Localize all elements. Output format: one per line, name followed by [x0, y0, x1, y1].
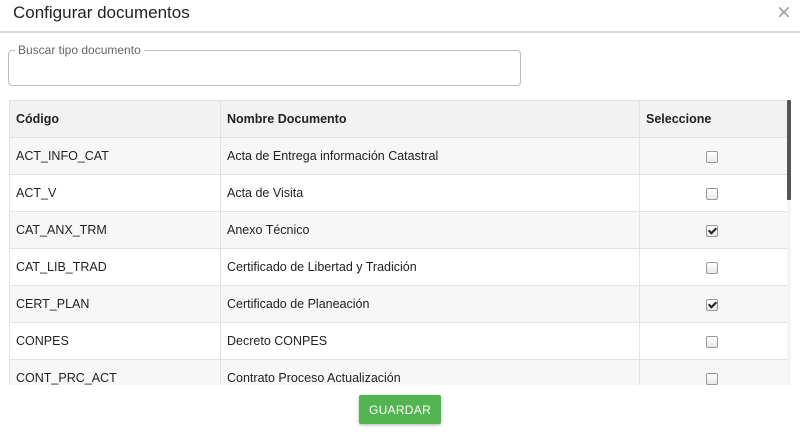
dialog-header: Configurar documentos × [0, 0, 800, 33]
cell-nombre: Anexo Técnico [220, 211, 640, 249]
table-row: CAT_LIB_TRAD Certificado de Libertad y Tr… [9, 248, 787, 286]
cell-codigo: CERT_PLAN [9, 285, 221, 323]
table-row: CERT_PLAN Certificado de Planeación [9, 285, 787, 323]
cell-seleccione [639, 211, 787, 249]
cell-nombre: Contrato Proceso Actualización [220, 359, 640, 385]
select-checkbox[interactable] [705, 224, 718, 237]
column-header-seleccione: Seleccione [639, 100, 787, 138]
cell-codigo: CONPES [9, 322, 221, 360]
configure-documents-dialog: Configurar documentos × Buscar tipo docu… [0, 0, 800, 435]
cell-codigo: ACT_INFO_CAT [9, 137, 221, 175]
select-checkbox[interactable] [705, 372, 718, 385]
table-row: CONT_PRC_ACT Contrato Proceso Actualizaci… [9, 359, 787, 385]
documents-table-container: Código Nombre Documento Seleccione ACT_I… [9, 100, 787, 385]
cell-codigo: ACT_V [9, 174, 221, 212]
cell-seleccione [639, 322, 787, 360]
cell-seleccione [639, 174, 787, 212]
column-header-codigo: Código [9, 100, 221, 138]
cell-codigo: CAT_ANX_TRM [9, 211, 221, 249]
cell-nombre: Decreto CONPES [220, 322, 640, 360]
cell-seleccione [639, 359, 787, 385]
cell-seleccione [639, 137, 787, 175]
documents-table: Código Nombre Documento Seleccione ACT_I… [9, 100, 787, 385]
table-header-row: Código Nombre Documento Seleccione [9, 100, 787, 138]
search-label: Buscar tipo documento [15, 42, 144, 58]
column-header-nombre: Nombre Documento [220, 100, 640, 138]
cell-nombre: Certificado de Planeación [220, 285, 640, 323]
select-checkbox[interactable] [705, 335, 718, 348]
cell-codigo: CAT_LIB_TRAD [9, 248, 221, 286]
cell-nombre: Certificado de Libertad y Tradición [220, 248, 640, 286]
cell-codigo: CONT_PRC_ACT [9, 359, 221, 385]
table-scrollbar-thumb[interactable] [787, 100, 791, 200]
select-checkbox[interactable] [705, 187, 718, 200]
select-checkbox[interactable] [705, 150, 718, 163]
table-body: ACT_INFO_CAT Acta de Entrega información … [9, 137, 787, 385]
search-field: Buscar tipo documento [8, 42, 521, 86]
cell-seleccione [639, 248, 787, 286]
cell-nombre: Acta de Visita [220, 174, 640, 212]
dialog-title: Configurar documentos [13, 3, 190, 22]
cell-seleccione [639, 285, 787, 323]
save-button[interactable]: GUARDAR [359, 395, 441, 424]
cell-nombre: Acta de Entrega información Catastral [220, 137, 640, 175]
table-row: CAT_ANX_TRM Anexo Técnico [9, 211, 787, 249]
select-checkbox[interactable] [705, 298, 718, 311]
search-input[interactable] [15, 59, 510, 81]
table-row: ACT_INFO_CAT Acta de Entrega información … [9, 137, 787, 175]
table-row: ACT_V Acta de Visita [9, 174, 787, 212]
close-icon[interactable]: × [774, 1, 794, 23]
table-row: CONPES Decreto CONPES [9, 322, 787, 360]
select-checkbox[interactable] [705, 261, 718, 274]
